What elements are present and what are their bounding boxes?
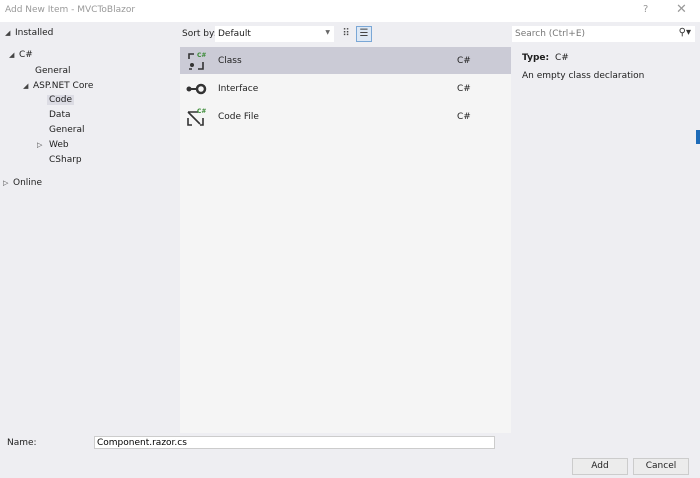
tree-general-2[interactable]: General (49, 125, 84, 135)
tree-csharp-2[interactable]: CSharp (49, 155, 82, 165)
sort-by-label: Sort by: (182, 29, 217, 39)
item-name: Code File (218, 112, 259, 122)
template-item-code-file[interactable]: C# Code File C# (180, 103, 511, 130)
list-icon: ☰ (360, 28, 369, 39)
item-language: C# (457, 84, 471, 94)
grid-view-button[interactable]: ⠿ (338, 26, 354, 42)
tree-installed[interactable]: ◢Installed (5, 28, 53, 38)
tree-label: Installed (15, 28, 53, 38)
tree-aspnet-core[interactable]: ◢ASP.NET Core (23, 81, 93, 91)
cancel-button[interactable]: Cancel (633, 458, 689, 475)
grid-icon: ⠿ (342, 28, 349, 39)
sort-by-dropdown[interactable]: Default ▼ (215, 26, 334, 42)
expanded-icon: ◢ (23, 82, 33, 90)
collapsed-icon: ▷ (3, 179, 13, 187)
search-box[interactable]: Search (Ctrl+E) ⚲▾ (512, 26, 695, 42)
item-language: C# (457, 112, 471, 122)
tree-web[interactable]: ▷Web (37, 140, 69, 150)
tree-csharp[interactable]: ◢C# (9, 50, 33, 60)
add-button[interactable]: Add (572, 458, 628, 475)
type-label: Type: (522, 53, 549, 63)
tree-data[interactable]: Data (49, 110, 71, 120)
svg-text:C#: C# (197, 52, 206, 59)
details-panel: Type: C# An empty class declaration (512, 47, 695, 433)
name-label: Name: (7, 438, 37, 448)
chevron-down-icon: ▼ (325, 29, 330, 36)
class-icon: C# (185, 50, 207, 72)
close-button[interactable]: ✕ (676, 2, 687, 17)
tree-label: Online (13, 178, 42, 188)
expanded-icon: ◢ (5, 29, 15, 37)
help-button[interactable]: ? (643, 4, 648, 15)
description: An empty class declaration (522, 71, 644, 81)
svg-text:C#: C# (197, 108, 206, 115)
list-view-button[interactable]: ☰ (356, 26, 372, 42)
background-window-edge (696, 130, 700, 144)
tree-label: C# (19, 50, 33, 60)
type-value: C# (555, 53, 569, 63)
sort-value: Default (218, 29, 251, 39)
item-language: C# (457, 56, 471, 66)
tree-general[interactable]: General (35, 66, 70, 76)
tree-label: Web (49, 140, 69, 150)
expanded-icon: ◢ (9, 51, 19, 59)
tree-code[interactable]: Code (47, 95, 74, 105)
code-file-icon: C# (185, 106, 207, 128)
item-name: Class (218, 56, 242, 66)
window-title: Add New Item - MVCToBlazor (5, 5, 135, 15)
template-list: C# Class C# Interface C# C# Code File C# (180, 47, 511, 433)
interface-icon (185, 78, 207, 100)
tree-online[interactable]: ▷Online (3, 178, 42, 188)
template-item-interface[interactable]: Interface C# (180, 75, 511, 102)
collapsed-icon: ▷ (37, 141, 47, 149)
name-input[interactable] (94, 436, 495, 449)
template-item-class[interactable]: C# Class C# (180, 47, 511, 74)
search-icon[interactable]: ⚲▾ (679, 27, 691, 38)
item-name: Interface (218, 84, 258, 94)
search-placeholder: Search (Ctrl+E) (515, 29, 585, 39)
tree-label: ASP.NET Core (33, 81, 93, 91)
title-bar: Add New Item - MVCToBlazor ? ✕ (0, 0, 700, 22)
